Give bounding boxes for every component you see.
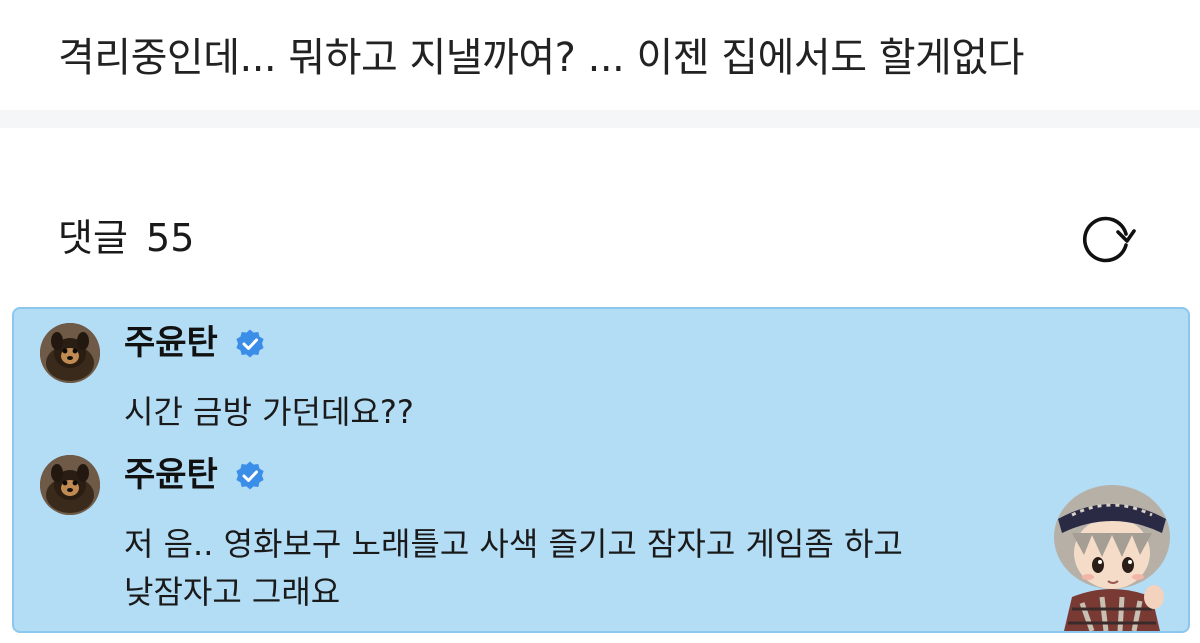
comment-text-line: 낮잠자고 그래요 [124, 573, 341, 611]
avatar[interactable] [40, 455, 100, 515]
character-sticker [1054, 485, 1170, 631]
dog-avatar-image [40, 455, 100, 515]
post-title: 격리중인데... 뭐하고 지낼까여? ... 이젠 집에서도 할게없다 [58, 35, 1024, 81]
dog-avatar-image [40, 323, 100, 383]
comments-count: 55 [146, 216, 195, 260]
avatar[interactable] [40, 323, 100, 383]
comments-label: 댓글 [58, 216, 128, 260]
comment-text: 시간 금방 가던데요?? [124, 393, 414, 431]
verified-badge-icon [236, 461, 264, 490]
comment-text-line: 저 음.. 영화보구 노래틀고 사색 즐기고 잠자고 게임좀 하고 [124, 525, 903, 563]
refresh-icon [1082, 216, 1136, 263]
comment-username[interactable]: 주윤탄 [124, 453, 218, 497]
highlighted-comment-thread: 주윤탄 시간 금방 가던데요?? 주윤탄 저 음.. 영화보구 노래틀고 사색 … [12, 307, 1190, 633]
verified-badge-icon [236, 329, 264, 358]
refresh-button[interactable] [1078, 212, 1136, 266]
section-divider [0, 110, 1200, 128]
comments-header: 댓글 55 [58, 212, 194, 264]
comment-username[interactable]: 주윤탄 [124, 321, 218, 365]
